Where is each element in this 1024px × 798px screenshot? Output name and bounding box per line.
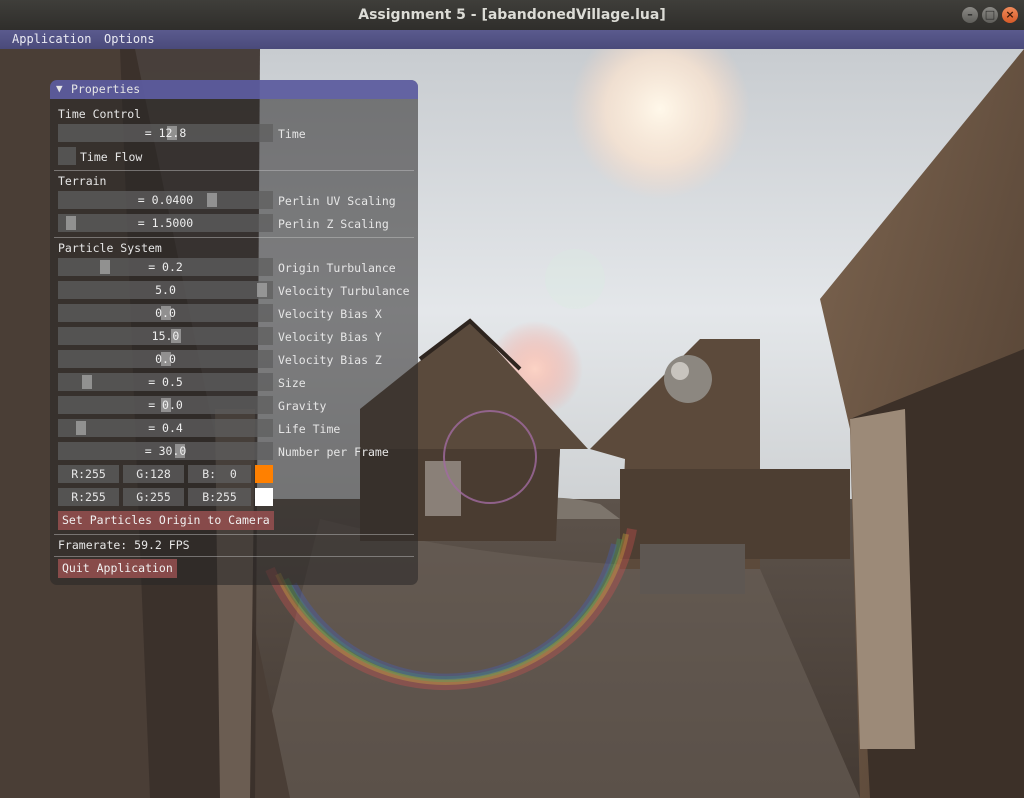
gravity-label: Gravity	[278, 399, 327, 413]
color2-swatch[interactable]	[255, 488, 273, 506]
time-slider[interactable]: = 12.8	[58, 124, 273, 142]
life-time-label: Life Time	[278, 422, 341, 436]
perlin-uv-slider[interactable]: = 0.0400	[58, 191, 273, 209]
velocity-turbulance-slider[interactable]: 5.0	[58, 281, 273, 299]
color1-b-field[interactable]: B: 0	[188, 465, 251, 483]
window-titlebar: Assignment 5 - [abandonedVillage.lua] – …	[0, 0, 1024, 30]
slider-value: = 1.5000	[137, 216, 194, 230]
gravity-slider[interactable]: = 0.0	[58, 396, 273, 414]
divider	[54, 534, 414, 535]
slider-value: = 0.2	[148, 260, 183, 274]
perlin-uv-label: Perlin UV Scaling	[278, 194, 396, 208]
close-icon[interactable]: ×	[1002, 7, 1018, 23]
velocity-bias-y-slider[interactable]: 15.0	[58, 327, 273, 345]
maximize-icon[interactable]: □	[982, 7, 998, 23]
menu-bar: Application Options	[0, 30, 1024, 49]
velocity-bias-z-label: Velocity Bias Z	[278, 353, 382, 367]
slider-value: = 0.5	[148, 375, 183, 389]
properties-panel: ▼ Properties Time Control = 12.8 Time Ti…	[50, 80, 418, 585]
slider-value: 0.0	[155, 352, 176, 366]
color2-b-field[interactable]: B:255	[188, 488, 251, 506]
quit-application-button[interactable]: Quit Application	[58, 559, 177, 578]
time-flow-checkbox[interactable]	[58, 147, 76, 165]
divider	[54, 556, 414, 557]
properties-panel-header[interactable]: ▼ Properties	[50, 80, 418, 99]
divider	[54, 170, 414, 171]
velocity-bias-x-label: Velocity Bias X	[278, 307, 382, 321]
slider-value: = 12.8	[144, 126, 187, 140]
section-time-control: Time Control	[58, 107, 142, 121]
color2-r-field[interactable]: R:255	[58, 488, 119, 506]
color1-swatch[interactable]	[255, 465, 273, 483]
slider-value: = 0.0400	[137, 193, 194, 207]
menu-options[interactable]: Options	[104, 32, 155, 46]
size-label: Size	[278, 376, 306, 390]
time-label: Time	[278, 127, 306, 141]
origin-turbulance-slider[interactable]: = 0.2	[58, 258, 273, 276]
divider	[54, 237, 414, 238]
framerate-text: Framerate: 59.2 FPS	[58, 538, 190, 552]
color1-g-field[interactable]: G:128	[123, 465, 184, 483]
minimize-icon[interactable]: –	[962, 7, 978, 23]
slider-value: = 0.4	[148, 421, 183, 435]
life-time-slider[interactable]: = 0.4	[58, 419, 273, 437]
number-per-frame-slider[interactable]: = 30.0	[58, 442, 273, 460]
time-flow-label: Time Flow	[80, 150, 143, 164]
velocity-bias-z-slider[interactable]: 0.0	[58, 350, 273, 368]
collapse-arrow-icon[interactable]: ▼	[56, 82, 63, 95]
slider-value: 0.0	[155, 306, 176, 320]
perlin-z-slider[interactable]: = 1.5000	[58, 214, 273, 232]
menu-application[interactable]: Application	[12, 32, 91, 46]
velocity-bias-y-label: Velocity Bias Y	[278, 330, 382, 344]
properties-panel-title: Properties	[71, 82, 141, 96]
slider-value: 15.0	[151, 329, 180, 343]
color1-r-field[interactable]: R:255	[58, 465, 119, 483]
velocity-turbulance-label: Velocity Turbulance	[278, 284, 410, 298]
slider-value: = 30.0	[144, 444, 187, 458]
number-per-frame-label: Number per Frame	[278, 445, 389, 459]
velocity-bias-x-slider[interactable]: 0.0	[58, 304, 273, 322]
section-particle-system: Particle System	[58, 241, 162, 255]
set-particles-origin-button[interactable]: Set Particles Origin to Camera	[58, 511, 274, 530]
slider-value: = 0.0	[148, 398, 183, 412]
perlin-z-label: Perlin Z Scaling	[278, 217, 389, 231]
size-slider[interactable]: = 0.5	[58, 373, 273, 391]
origin-turbulance-label: Origin Turbulance	[278, 261, 396, 275]
slider-value: 5.0	[155, 283, 176, 297]
window-title: Assignment 5 - [abandonedVillage.lua]	[358, 7, 666, 23]
section-terrain: Terrain	[58, 174, 107, 188]
color2-g-field[interactable]: G:255	[123, 488, 184, 506]
